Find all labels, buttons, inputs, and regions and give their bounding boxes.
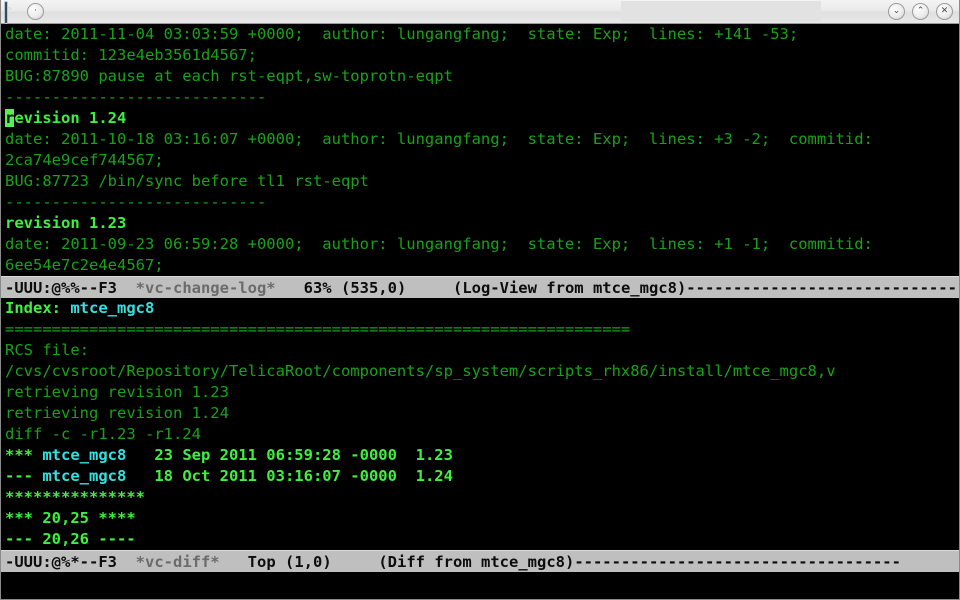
- text-span: ---: [5, 467, 43, 485]
- text-span: date: 2011-09-23 06:59:28 +0000; author:…: [5, 235, 873, 253]
- window-controls: ⌄ ⌃ ✕: [888, 3, 953, 20]
- modeline-gap: [276, 553, 285, 571]
- window-titlebar: · ⌄ ⌃ ✕: [1, 0, 959, 24]
- modeline-filler: -----------------------------------: [574, 553, 901, 571]
- text-span: date: 2011-11-04 03:03:59 +0000; author:…: [5, 25, 799, 43]
- modeline-position-point: (1,0): [285, 553, 332, 571]
- text-line: commitid: 123e4eb3561d4567;: [5, 45, 959, 66]
- circle-button-icon[interactable]: ·: [27, 3, 44, 20]
- modeline-filler: -------------------------------: [686, 279, 959, 297]
- text-line: date: 2011-11-04 03:03:59 +0000; author:…: [5, 24, 959, 45]
- text-line: diff -c -r1.23 -r1.24: [5, 424, 959, 445]
- text-line: RCS file:: [5, 340, 959, 361]
- text-line: --- mtce_mgc8 18 Oct 2011 03:16:07 -0000…: [5, 466, 959, 487]
- text-line: Index: mtce_mgc8: [5, 298, 959, 319]
- text-span: *** 20,25 ****: [5, 509, 136, 527]
- text-span: diff -c -r1.23 -r1.24: [5, 425, 201, 443]
- text-line: *** 20,25 ****: [5, 508, 959, 529]
- vc-change-log-buffer[interactable]: date: 2011-11-04 03:03:59 +0000; author:…: [1, 24, 959, 276]
- modeline-position-percent: 63%: [303, 279, 332, 297]
- text-span: BUG:87723 /bin/sync before tl1 rst-eqpt: [5, 172, 369, 190]
- modeline-buffer-name: *vc-diff*: [135, 553, 220, 571]
- text-span: ----------------------------: [5, 193, 267, 211]
- modeline-flags: -UUU:@%%--F3: [5, 279, 117, 297]
- text-line: BUG:87890 pause at each rst-eqpt,sw-topr…: [5, 66, 959, 87]
- maximize-icon[interactable]: ⌃: [912, 3, 929, 20]
- text-line: retrieving revision 1.24: [5, 403, 959, 424]
- text-span: date: 2011-10-18 03:16:07 +0000; author:…: [5, 130, 873, 148]
- text-span: mtce_mgc8: [42, 446, 127, 464]
- text-line: BUG:87723 /bin/sync before tl1 rst-eqpt: [5, 171, 959, 192]
- modeline-gap: [276, 279, 304, 297]
- text-line: ***************: [5, 487, 959, 508]
- text-line: 2ca74e9cef744567;: [5, 150, 959, 171]
- modeline-gap: [332, 553, 379, 571]
- text-span: ========================================…: [5, 320, 631, 338]
- text-span: mtce_mgc8: [70, 299, 155, 317]
- modeline-gap: [332, 279, 341, 297]
- titlebar-left-icons: ·: [5, 1, 44, 23]
- minibuffer[interactable]: [1, 572, 959, 596]
- text-span: mtce_mgc8: [42, 467, 127, 485]
- text-span: --- 20,26 ----: [5, 530, 136, 548]
- modeline-position-percent: Top: [247, 553, 276, 571]
- vc-diff-buffer[interactable]: Index: mtce_mgc8 ========================…: [1, 298, 959, 550]
- modeline-flags: -UUU:@%*--F3: [5, 553, 117, 571]
- text-line: date: 2011-10-18 03:16:07 +0000; author:…: [5, 129, 959, 150]
- modeline-buffer-name: *vc-change-log*: [135, 279, 276, 297]
- text-span: ***************: [5, 488, 145, 506]
- modeline-gap: [406, 279, 453, 297]
- text-span: 23 Sep 2011 06:59:28 -0000 1.23: [126, 446, 453, 464]
- text-line: --- 20,26 ----: [5, 529, 959, 550]
- terminal-icon[interactable]: [5, 1, 23, 23]
- text-line: 6ee54e7c2e4e4567;: [5, 255, 959, 276]
- text-span: RCS file:: [5, 341, 89, 359]
- text-line: retrieving revision 1.23: [5, 382, 959, 403]
- text-line: ----------------------------: [5, 87, 959, 108]
- text-span: ***: [5, 446, 43, 464]
- text-line: *** mtce_mgc8 23 Sep 2011 06:59:28 -0000…: [5, 445, 959, 466]
- vc-diff-modeline[interactable]: -UUU:@%*--F3 *vc-diff* Top (1,0) (Diff f…: [1, 550, 959, 572]
- modeline-mode-info: (Log-View from mtce_mgc8): [452, 279, 687, 297]
- vc-change-log-modeline[interactable]: -UUU:@%%--F3 *vc-change-log* 63% (535,0)…: [1, 276, 959, 298]
- emacs-frame: date: 2011-11-04 03:03:59 +0000; author:…: [1, 24, 959, 599]
- modeline-gap: [117, 553, 136, 571]
- text-line: revision 1.23: [5, 213, 959, 234]
- emacs-window: · ⌄ ⌃ ✕ date: 2011-11-04 03:03:59 +0000;…: [0, 0, 960, 600]
- text-line: /cvs/cvsroot/Repository/TelicaRoot/compo…: [5, 361, 959, 382]
- text-line: ----------------------------: [5, 192, 959, 213]
- text-span: retrieving revision 1.24: [5, 404, 229, 422]
- text-span: retrieving revision 1.23: [5, 383, 229, 401]
- text-span: 2ca74e9cef744567;: [5, 151, 164, 169]
- close-icon[interactable]: ✕: [936, 3, 953, 20]
- text-span: 6ee54e7c2e4e4567;: [5, 256, 164, 274]
- text-line: date: 2011-09-23 06:59:28 +0000; author:…: [5, 234, 959, 255]
- modeline-mode-info: (Diff from mtce_mgc8): [378, 553, 575, 571]
- text-span: Index:: [5, 299, 71, 317]
- text-cursor: r: [5, 109, 15, 127]
- titlebar-title: [621, 1, 821, 22]
- text-span: ----------------------------: [5, 88, 267, 106]
- text-line: revision 1.24: [5, 108, 959, 129]
- text-span: 18 Oct 2011 03:16:07 -0000 1.24: [126, 467, 453, 485]
- text-span: commitid: 123e4eb3561d4567;: [5, 46, 257, 64]
- modeline-gap: [220, 553, 248, 571]
- modeline-position-point: (535,0): [340, 279, 407, 297]
- minimize-icon[interactable]: ⌄: [888, 3, 905, 20]
- modeline-gap: [117, 279, 136, 297]
- text-line: ========================================…: [5, 319, 959, 340]
- text-span: revision 1.23: [5, 214, 127, 232]
- text-span: evision 1.24: [14, 109, 127, 127]
- text-span: /cvs/cvsroot/Repository/TelicaRoot/compo…: [5, 362, 836, 380]
- text-span: BUG:87890 pause at each rst-eqpt,sw-topr…: [5, 67, 453, 85]
